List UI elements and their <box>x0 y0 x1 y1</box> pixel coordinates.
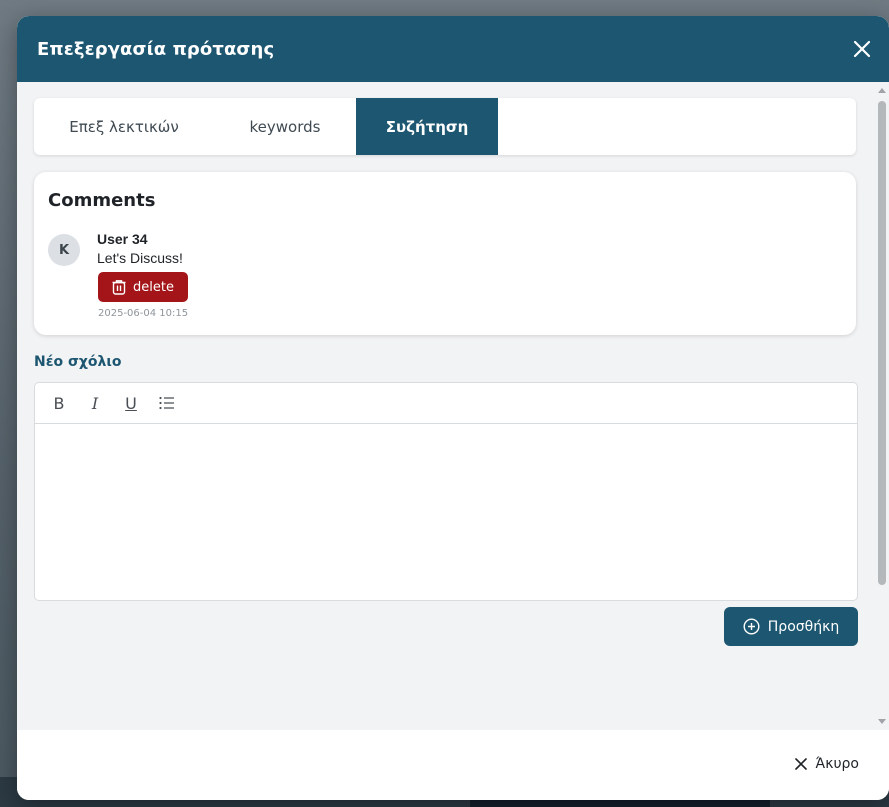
editor-toolbar: B I U <box>35 383 857 424</box>
avatar: K <box>48 234 80 266</box>
plus-circle-icon <box>743 618 760 635</box>
comments-title: Comments <box>48 190 156 211</box>
bullet-list-icon <box>159 396 174 410</box>
modal-body: Επεξ λεκτικών keywords Συζήτηση Comments… <box>17 82 875 730</box>
underline-button[interactable]: U <box>123 393 139 413</box>
delete-label: delete <box>133 279 174 295</box>
cancel-button[interactable]: Άκυρο <box>794 756 860 772</box>
cancel-label: Άκυρο <box>815 756 860 772</box>
tab-bar: Επεξ λεκτικών keywords Συζήτηση <box>34 98 856 155</box>
bullet-list-button[interactable] <box>159 393 175 413</box>
add-button-label: Προσθήκη <box>767 618 840 635</box>
bold-button[interactable]: B <box>51 393 67 413</box>
edit-proposal-modal: Επεξεργασία πρότασης Επεξ λεκτικών keywo… <box>17 16 889 800</box>
comment-author: User 34 <box>97 231 148 247</box>
scrollbar-thumb[interactable] <box>878 101 886 585</box>
close-button[interactable] <box>849 36 875 62</box>
scroll-up-icon[interactable] <box>878 88 886 93</box>
scroll-down-icon[interactable] <box>878 719 886 724</box>
trash-icon <box>112 279 126 295</box>
italic-button[interactable]: I <box>87 393 103 413</box>
comment-text: Let's Discuss! <box>97 250 183 266</box>
modal-header: Επεξεργασία πρότασης <box>17 16 889 82</box>
delete-comment-button[interactable]: delete <box>98 272 188 302</box>
comments-card: Comments K User 34 Let's Discuss! delete… <box>34 172 856 335</box>
add-comment-button[interactable]: Προσθήκη <box>724 607 858 646</box>
scrollbar[interactable] <box>875 82 889 730</box>
x-icon <box>794 758 807 770</box>
tab-keywords[interactable]: keywords <box>214 98 356 155</box>
modal-footer: Άκυρο <box>17 730 889 800</box>
tab-discussion[interactable]: Συζήτηση <box>356 98 498 155</box>
new-comment-label: Νέο σχόλιο <box>34 354 122 370</box>
comment-editor: B I U <box>34 382 858 601</box>
comment-timestamp: 2025-06-04 10:15 <box>98 308 189 319</box>
tab-edit-wording[interactable]: Επεξ λεκτικών <box>34 98 214 155</box>
close-icon <box>853 40 871 58</box>
modal-title: Επεξεργασία πρότασης <box>37 38 275 60</box>
comment-textarea[interactable] <box>35 424 857 600</box>
